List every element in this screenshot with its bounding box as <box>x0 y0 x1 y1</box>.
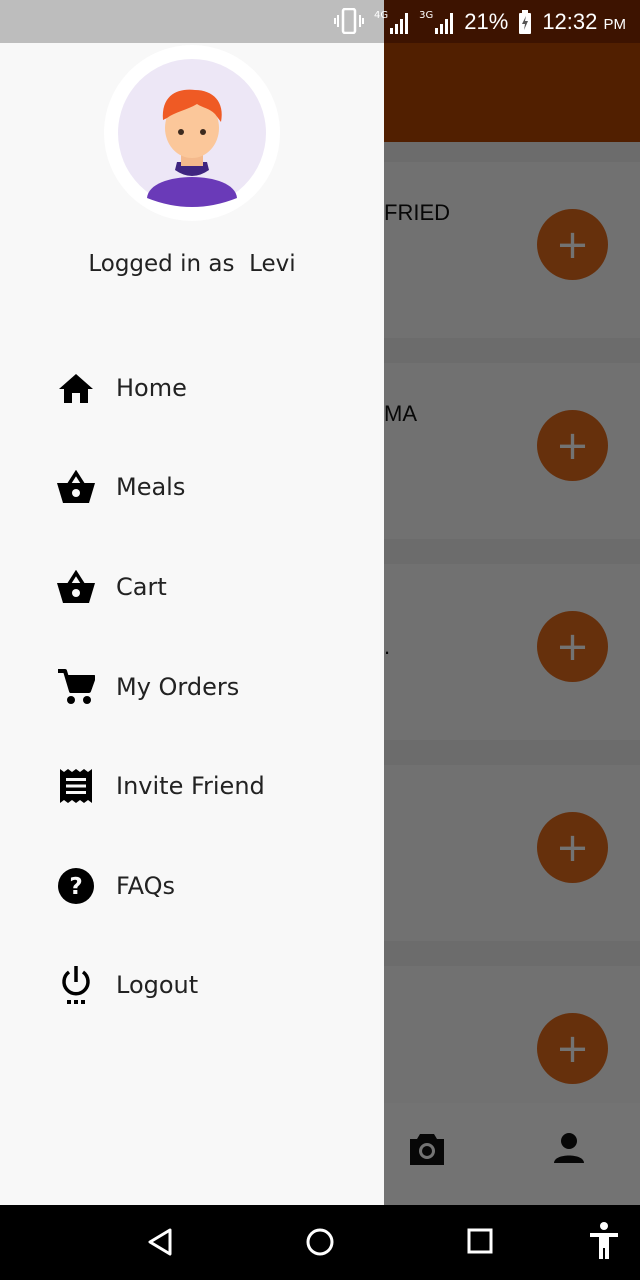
drawer-item-home[interactable]: Home <box>0 338 384 438</box>
signal-3g-icon: 3G <box>419 10 454 34</box>
home-icon <box>56 368 96 408</box>
receipt-icon <box>56 766 96 806</box>
accessibility-icon[interactable] <box>588 1221 620 1265</box>
home-nav-icon[interactable] <box>305 1227 335 1261</box>
drawer-item-label: Home <box>116 373 187 402</box>
user-name: Levi <box>249 251 296 277</box>
clock-time: 12:32 <box>542 8 598 34</box>
power-icon <box>56 965 96 1005</box>
drawer-item-label: Meals <box>116 473 186 502</box>
drawer-item-label: FAQs <box>116 871 175 900</box>
drawer-item-label: Logout <box>116 971 199 1000</box>
back-icon[interactable] <box>146 1227 174 1261</box>
logged-in-prefix: Logged in as <box>88 251 235 277</box>
basket-icon <box>56 467 96 507</box>
clock-ampm: PM <box>603 15 627 33</box>
clock: 12:32 PM <box>542 9 626 35</box>
logged-in-label: Logged in as Levi <box>0 251 384 277</box>
drawer-item-faqs[interactable]: ? FAQs <box>0 836 384 936</box>
battery-charging-icon <box>518 9 532 34</box>
network-type-1: 4G <box>374 9 389 21</box>
battery-percent: 21% <box>464 8 509 34</box>
drawer-item-logout[interactable]: Logout <box>0 936 384 1036</box>
drawer-item-label: Invite Friend <box>116 772 265 801</box>
network-type-2: 3G <box>419 9 434 21</box>
recents-icon[interactable] <box>466 1227 494 1259</box>
help-icon: ? <box>56 866 96 906</box>
drawer-item-invite-friend[interactable]: Invite Friend <box>0 736 384 836</box>
drawer-item-my-orders[interactable]: My Orders <box>0 637 384 737</box>
drawer-menu: Home Meals Cart My Orders Invite Friend? FAQs… <box>0 338 384 1035</box>
basket-icon <box>56 567 96 607</box>
vibrate-icon <box>334 7 365 34</box>
avatar-icon <box>118 59 266 207</box>
signal-4g-icon: 4G <box>374 10 409 34</box>
drawer-item-cart[interactable]: Cart <box>0 537 384 637</box>
svg-text:?: ? <box>69 874 82 900</box>
status-bar: 4G 3G 21% 12:32 PM <box>0 0 640 43</box>
navigation-drawer: Logged in as Levi Home Meals Cart My Orders… <box>0 43 384 1205</box>
drawer-item-meals[interactable]: Meals <box>0 438 384 538</box>
drawer-item-label: My Orders <box>116 672 240 701</box>
system-nav-bar <box>0 1205 640 1280</box>
cart-icon <box>56 667 96 707</box>
drawer-item-label: Cart <box>116 572 167 601</box>
avatar <box>104 45 280 221</box>
